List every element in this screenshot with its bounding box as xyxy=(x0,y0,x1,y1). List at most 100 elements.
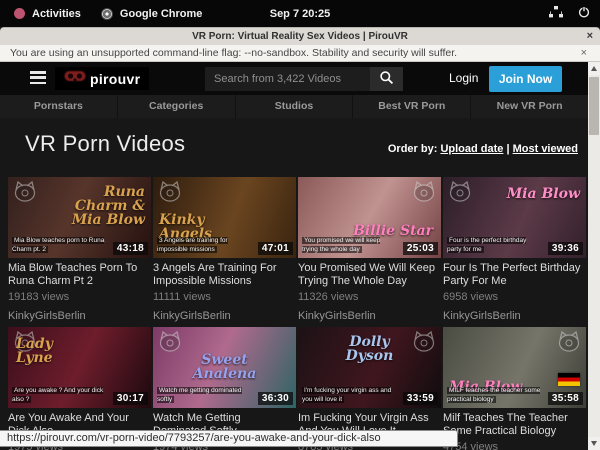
view-count: 6958 views xyxy=(443,291,586,303)
video-grid: Runa Charm & Mia Blow Mia Blow teaches p… xyxy=(8,177,586,450)
view-count: 4754 views xyxy=(443,441,586,450)
duration-badge: 30:17 xyxy=(113,392,148,405)
video-thumbnail[interactable]: Billie Star You promised we will keep tr… xyxy=(298,177,441,258)
video-title[interactable]: You Promised We Will Keep Trying The Who… xyxy=(298,262,441,288)
nav-item-best-vr[interactable]: Best VR Porn xyxy=(353,95,471,118)
duration-badge: 35:58 xyxy=(548,392,583,405)
activities-label: Activities xyxy=(32,8,81,20)
focused-app-label: Google Chrome xyxy=(120,8,203,20)
video-thumbnail[interactable]: Runa Charm & Mia Blow Mia Blow teaches p… xyxy=(8,177,151,258)
duration-badge: 25:03 xyxy=(403,242,438,255)
activities-dot-icon xyxy=(14,8,25,19)
nav-item-studios[interactable]: Studios xyxy=(236,95,354,118)
thumbnail-caption: Mia Blow teaches porn to Runa Charm pt. … xyxy=(12,236,107,254)
video-title[interactable]: Four Is The Perfect Birthday Party For M… xyxy=(443,262,586,288)
view-count: 11111 views xyxy=(153,291,296,303)
studio-cat-mask-icon xyxy=(157,180,183,202)
studio-cat-mask-icon xyxy=(411,180,437,202)
thumbnail-caption: MILF teaches the teacher some practical … xyxy=(447,386,542,404)
video-title[interactable]: Mia Blow Teaches Porn To Runa Charm Pt 2 xyxy=(8,262,151,288)
german-flag-icon xyxy=(558,373,580,386)
main-nav: Pornstars Categories Studios Best VR Por… xyxy=(0,95,588,118)
site-logo[interactable]: pirouvr xyxy=(55,67,149,90)
video-thumbnail[interactable]: Sweet Analena Watch me getting dominated… xyxy=(153,327,296,408)
thumbnail-caption: Are you awake ? And your dick also ? xyxy=(12,386,107,404)
duration-badge: 33:59 xyxy=(403,392,438,405)
video-card[interactable]: Mia Blow Four is the perfect birthday pa… xyxy=(443,177,586,327)
order-by-label: Order by: xyxy=(388,143,438,155)
video-thumbnail[interactable]: Kinky Angels 3 Angels are training for i… xyxy=(153,177,296,258)
chrome-app-icon xyxy=(101,8,113,20)
focused-app-menu[interactable]: Google Chrome xyxy=(101,8,203,20)
scroll-up-arrow-icon[interactable] xyxy=(588,62,600,75)
system-top-panel: Activities Google Chrome Sep 7 20:25 xyxy=(0,0,600,27)
thumbnail-caption: 3 Angels are training for impossible mis… xyxy=(157,236,252,254)
video-card[interactable]: Billie Star You promised we will keep tr… xyxy=(298,177,441,327)
studio-link[interactable]: KinkyGirlsBerlin xyxy=(8,310,151,322)
browser-viewport: pirouvr Login Join Now Pornstars Categor… xyxy=(0,62,600,450)
video-thumbnail[interactable]: Mia Blow MILF teaches the teacher some p… xyxy=(443,327,586,408)
activities-button[interactable]: Activities xyxy=(14,8,81,20)
hamburger-menu-icon[interactable] xyxy=(30,71,46,85)
order-by-most-viewed-link[interactable]: Most viewed xyxy=(513,143,578,155)
warning-close-icon[interactable]: × xyxy=(581,45,587,61)
thumbnail-overlay-name: Lady Lyne xyxy=(16,337,82,365)
join-now-button[interactable]: Join Now xyxy=(489,66,562,92)
login-link[interactable]: Login xyxy=(449,71,478,85)
view-count: 19183 views xyxy=(8,291,151,303)
nav-item-pornstars[interactable]: Pornstars xyxy=(0,95,118,118)
studio-link[interactable]: KinkyGirlsBerlin xyxy=(443,310,586,322)
scroll-down-arrow-icon[interactable] xyxy=(588,437,600,450)
duration-badge: 47:01 xyxy=(258,242,293,255)
video-thumbnail[interactable]: Lady Lyne Are you awake ? And your dick … xyxy=(8,327,151,408)
thumbnail-overlay-name: Sweet Analena xyxy=(176,353,273,381)
window-close-icon[interactable]: × xyxy=(587,28,593,45)
thumbnail-caption: You promised we will keep trying the who… xyxy=(302,236,397,254)
browser-title-text: VR Porn: Virtual Reality Sex Videos | Pi… xyxy=(192,31,408,42)
search-button[interactable] xyxy=(370,67,403,91)
power-icon[interactable] xyxy=(578,6,590,21)
nav-item-new-vr[interactable]: New VR Porn xyxy=(471,95,588,118)
thumbnail-caption: Four is the perfect birthday party for m… xyxy=(447,236,542,254)
thumbnail-overlay-name: Dolly Dyson xyxy=(329,335,409,363)
video-thumbnail[interactable]: Dolly Dyson I'm fucking your virgin ass … xyxy=(298,327,441,408)
page-title: VR Porn Videos xyxy=(25,131,185,157)
nav-item-categories[interactable]: Categories xyxy=(118,95,236,118)
site-header: pirouvr Login Join Now xyxy=(0,62,588,95)
studio-cat-mask-icon xyxy=(12,180,38,202)
scrollbar-thumb[interactable] xyxy=(589,77,599,135)
network-icon[interactable] xyxy=(549,6,563,21)
video-title[interactable]: Milf Teaches The Teacher Some Practical … xyxy=(443,412,586,438)
studio-cat-mask-icon xyxy=(157,330,183,352)
chrome-warning-bar: You are using an unsupported command-lin… xyxy=(0,45,600,62)
site-logo-text: pirouvr xyxy=(90,71,140,87)
vr-goggles-icon xyxy=(64,70,86,88)
status-url-tooltip: https://pirouvr.com/vr-porn-video/779325… xyxy=(0,430,458,447)
studio-cat-mask-icon xyxy=(411,330,437,352)
view-count: 11326 views xyxy=(298,291,441,303)
clock[interactable]: Sep 7 20:25 xyxy=(270,8,331,20)
search-input[interactable] xyxy=(205,67,370,91)
video-card[interactable]: Runa Charm & Mia Blow Mia Blow teaches p… xyxy=(8,177,151,327)
warning-text: You are using an unsupported command-lin… xyxy=(10,47,457,59)
page-scrollbar[interactable] xyxy=(588,62,600,450)
video-card[interactable]: Mia Blow MILF teaches the teacher some p… xyxy=(443,327,586,450)
thumbnail-overlay-name: Mia Blow xyxy=(506,187,580,201)
order-by-upload-date-link[interactable]: Upload date xyxy=(440,143,503,155)
browser-title-bar[interactable]: VR Porn: Virtual Reality Sex Videos | Pi… xyxy=(0,27,600,45)
duration-badge: 36:30 xyxy=(258,392,293,405)
studio-link[interactable]: KinkyGirlsBerlin xyxy=(153,310,296,322)
thumbnail-caption: I'm fucking your virgin ass and you will… xyxy=(302,386,397,404)
studio-link[interactable]: KinkyGirlsBerlin xyxy=(298,310,441,322)
order-by-separator: | xyxy=(506,143,509,155)
video-thumbnail[interactable]: Mia Blow Four is the perfect birthday pa… xyxy=(443,177,586,258)
studio-cat-mask-icon xyxy=(556,330,582,352)
search-icon xyxy=(379,70,394,88)
thumbnail-caption: Watch me getting dominated softly xyxy=(157,386,252,404)
duration-badge: 39:36 xyxy=(548,242,583,255)
studio-cat-mask-icon xyxy=(447,180,473,202)
thumbnail-overlay-name: Runa Charm & Mia Blow xyxy=(59,185,145,227)
video-title[interactable]: 3 Angels Are Training For Impossible Mis… xyxy=(153,262,296,288)
duration-badge: 43:18 xyxy=(113,242,148,255)
video-card[interactable]: Kinky Angels 3 Angels are training for i… xyxy=(153,177,296,327)
